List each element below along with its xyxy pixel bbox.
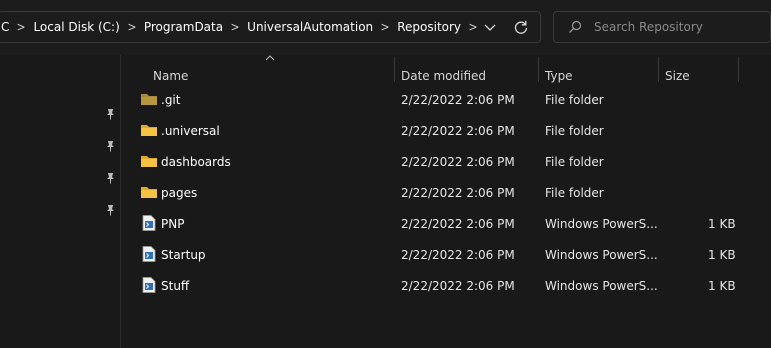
file-name[interactable]: .git — [161, 93, 180, 107]
file-type: File folder — [545, 155, 604, 169]
navigation-pane-divider[interactable] — [120, 55, 121, 348]
column-divider[interactable] — [658, 57, 659, 82]
breadcrumb-separator-icon[interactable]: > — [231, 20, 240, 34]
folder-icon — [141, 156, 157, 167]
breadcrumb: C > Local Disk (C:) > ProgramData > Univ… — [1, 12, 485, 42]
breadcrumb-item-repository[interactable]: Repository — [397, 20, 461, 34]
file-size: 1 KB — [708, 248, 736, 262]
breadcrumb-separator-icon[interactable]: > — [381, 20, 390, 34]
file-date: 2/22/2022 2:06 PM — [401, 124, 515, 138]
file-row[interactable]: dashboards 2/22/2022 2:06 PM File folder — [122, 147, 771, 178]
pin-icon[interactable] — [104, 204, 116, 216]
breadcrumb-separator-icon[interactable]: > — [17, 20, 26, 34]
column-header-date-modified[interactable]: Date modified — [401, 69, 486, 83]
file-name[interactable]: .universal — [161, 124, 220, 138]
column-divider[interactable] — [738, 57, 739, 82]
refresh-icon[interactable] — [513, 19, 529, 35]
file-date: 2/22/2022 2:06 PM — [401, 155, 515, 169]
powershell-file-icon — [142, 215, 156, 231]
column-header-size[interactable]: Size — [665, 69, 690, 83]
search-input[interactable]: Search Repository — [594, 20, 703, 34]
column-divider[interactable] — [394, 57, 395, 82]
file-type: Windows PowerS... — [545, 248, 658, 262]
folder-icon — [141, 187, 157, 198]
breadcrumb-item-universalautomation[interactable]: UniversalAutomation — [247, 20, 373, 34]
sort-ascending-icon — [265, 55, 275, 61]
file-row[interactable]: PNP 2/22/2022 2:06 PM Windows PowerS... … — [122, 209, 771, 240]
file-name[interactable]: PNP — [161, 217, 184, 231]
file-type: Windows PowerS... — [545, 279, 658, 293]
folder-icon — [141, 125, 157, 136]
file-size: 1 KB — [708, 217, 736, 231]
pin-icon[interactable] — [104, 108, 116, 120]
breadcrumb-separator-icon[interactable]: > — [127, 20, 136, 34]
file-row[interactable]: pages 2/22/2022 2:06 PM File folder — [122, 178, 771, 209]
file-type: File folder — [545, 186, 604, 200]
file-row[interactable]: Stuff 2/22/2022 2:06 PM Windows PowerS..… — [122, 271, 771, 302]
file-row[interactable]: .universal 2/22/2022 2:06 PM File folder — [122, 116, 771, 147]
file-type: File folder — [545, 93, 604, 107]
file-row[interactable]: .git 2/22/2022 2:06 PM File folder — [122, 85, 771, 116]
powershell-file-icon — [142, 246, 156, 262]
file-date: 2/22/2022 2:06 PM — [401, 217, 515, 231]
chevron-down-icon[interactable] — [483, 21, 497, 33]
breadcrumb-item-local-disk[interactable]: Local Disk (C:) — [33, 20, 119, 34]
powershell-file-icon — [142, 277, 156, 293]
file-type: File folder — [545, 124, 604, 138]
file-name[interactable]: pages — [161, 186, 197, 200]
file-name[interactable]: Startup — [161, 248, 206, 262]
pin-icon[interactable] — [104, 140, 116, 152]
search-icon — [569, 20, 582, 33]
file-date: 2/22/2022 2:06 PM — [401, 248, 515, 262]
address-bar[interactable]: C > Local Disk (C:) > ProgramData > Univ… — [0, 11, 541, 43]
column-header-name[interactable]: Name — [153, 69, 188, 83]
column-divider[interactable] — [538, 57, 539, 82]
column-header-type[interactable]: Type — [545, 69, 573, 83]
folder-dim-icon — [141, 94, 157, 105]
breadcrumb-item-drive-root[interactable]: C — [1, 20, 9, 34]
file-name[interactable]: dashboards — [161, 155, 231, 169]
file-date: 2/22/2022 2:06 PM — [401, 93, 515, 107]
file-row[interactable]: Startup 2/22/2022 2:06 PM Windows PowerS… — [122, 240, 771, 271]
pin-icon[interactable] — [104, 172, 116, 184]
file-date: 2/22/2022 2:06 PM — [401, 186, 515, 200]
file-size: 1 KB — [708, 279, 736, 293]
breadcrumb-item-programdata[interactable]: ProgramData — [144, 20, 223, 34]
breadcrumb-separator-icon[interactable]: > — [469, 20, 478, 34]
file-type: Windows PowerS... — [545, 217, 658, 231]
search-box[interactable]: Search Repository — [553, 11, 771, 43]
navigation-bar: C > Local Disk (C:) > ProgramData > Univ… — [0, 0, 771, 55]
file-name[interactable]: Stuff — [161, 279, 189, 293]
file-date: 2/22/2022 2:06 PM — [401, 279, 515, 293]
